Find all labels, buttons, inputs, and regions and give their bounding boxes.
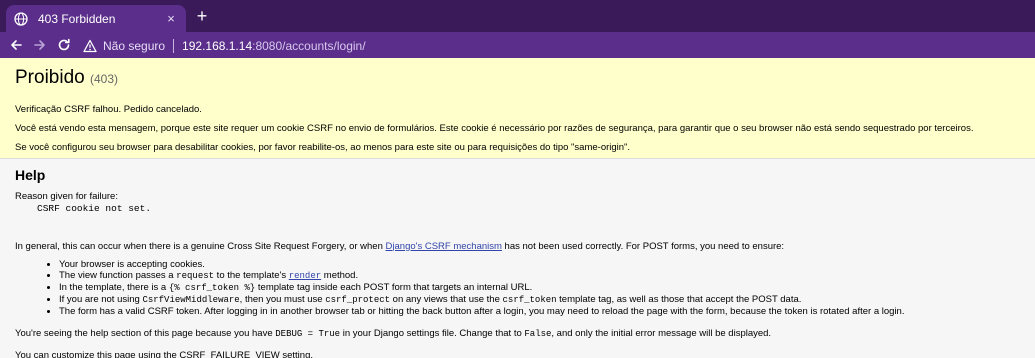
- intro-text-before: In general, this can occur when there is…: [15, 240, 386, 252]
- reason-value: CSRF cookie not set.: [37, 202, 152, 214]
- text: template tag inside each POST form that …: [255, 282, 533, 293]
- summary-line-1: Verificação CSRF falhou. Pedido cancelad…: [15, 104, 202, 115]
- reload-icon: [58, 38, 70, 51]
- help-heading: Help: [15, 167, 46, 183]
- help-section: Help Reason given for failure: CSRF cook…: [0, 159, 1035, 358]
- text: , then you must use: [239, 294, 326, 305]
- page-title: Proibido (403): [15, 67, 1020, 90]
- code-render[interactable]: render: [289, 271, 321, 281]
- text: , and only the initial error message wil…: [551, 328, 772, 339]
- error-summary: Proibido (403) Verificação CSRF falhou. …: [0, 58, 1035, 159]
- render-link[interactable]: render: [289, 270, 321, 281]
- code-false: False: [524, 329, 552, 339]
- code-request: request: [176, 271, 215, 281]
- browser-toolbar: Não seguro 192.168.1.14:8080/accounts/lo…: [0, 32, 1035, 58]
- text: method.: [321, 270, 359, 281]
- list-item: Your browser is accepting cookies.: [59, 259, 1020, 270]
- tab-strip: 403 Forbidden × +: [0, 0, 1035, 32]
- new-tab-button[interactable]: +: [193, 7, 211, 25]
- code-middleware: CsrfViewMiddleware: [142, 295, 240, 305]
- list-item: The view function passes a request to th…: [59, 270, 1020, 282]
- text: on any views that use the: [390, 294, 503, 305]
- debug-paragraph: You're seeing the help section of this p…: [15, 328, 1020, 341]
- arrow-left-icon: [11, 40, 22, 50]
- customize-paragraph: You can customize this page using the CS…: [15, 349, 313, 358]
- code-debug-true: DEBUG = True: [275, 329, 341, 339]
- back-button[interactable]: [5, 34, 27, 56]
- intro-paragraph: In general, this can occur when there is…: [15, 241, 1020, 253]
- reload-button[interactable]: [53, 34, 75, 56]
- intro-text-after: has not been used correctly. For POST fo…: [501, 240, 785, 252]
- summary-line-2: Você está vendo esta mensagem, porque es…: [15, 123, 974, 134]
- text: In the template, there is a: [59, 282, 169, 293]
- arrow-right-icon: [34, 40, 45, 50]
- summary-line-3: Se você configurou seu browser para desa…: [15, 142, 631, 153]
- forward-button[interactable]: [29, 34, 51, 56]
- tab-title: 403 Forbidden: [38, 11, 116, 26]
- text: to the template's: [214, 270, 289, 281]
- tab-active[interactable]: 403 Forbidden ×: [6, 5, 186, 32]
- code-csrf-protect: csrf_protect: [325, 295, 391, 305]
- text: template tag, as well as those that acce…: [556, 294, 802, 305]
- django-csrf-link[interactable]: Django's CSRF mechanism: [386, 241, 502, 252]
- requirements-list: Your browser is accepting cookies. The v…: [59, 259, 1020, 317]
- title-text: Proibido: [15, 67, 85, 88]
- security-label[interactable]: Não seguro: [103, 39, 165, 53]
- url-host: 192.168.1.14: [182, 39, 253, 53]
- list-item: In the template, there is a {% csrf_toke…: [59, 282, 1020, 294]
- text: The view function passes a: [59, 270, 177, 281]
- text: in your Django settings file. Change tha…: [340, 328, 525, 339]
- address-separator: [173, 39, 175, 53]
- code-csrf-token: csrf_token: [502, 295, 557, 305]
- url-path: :8080/accounts/login/: [252, 39, 366, 53]
- text: You're seeing the help section of this p…: [15, 328, 276, 339]
- close-tab-icon[interactable]: ×: [164, 11, 178, 26]
- reason-label: Reason given for failure:: [15, 191, 118, 202]
- list-item: The form has a valid CSRF token. After l…: [59, 306, 1020, 317]
- status-code: (403): [90, 72, 119, 86]
- warning-icon[interactable]: [83, 39, 97, 53]
- address-bar[interactable]: Não seguro 192.168.1.14:8080/accounts/lo…: [83, 35, 1035, 57]
- text: If you are not using: [59, 294, 143, 305]
- list-item: If you are not using CsrfViewMiddleware,…: [59, 294, 1020, 306]
- code-csrf-token-tag: {% csrf_token %}: [168, 283, 256, 293]
- globe-icon: [14, 11, 28, 26]
